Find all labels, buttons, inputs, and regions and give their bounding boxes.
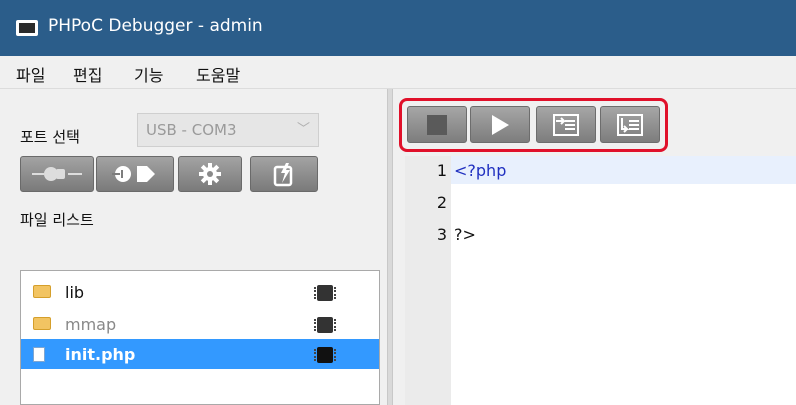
chip-icon [314,285,336,301]
step-into-button[interactable] [600,106,660,143]
gear-icon [199,163,221,185]
line-number: 1 [436,161,447,180]
port-label: 포트 선택 [20,128,80,146]
disconnect-button[interactable] [96,156,174,192]
window-title: PHPoC Debugger - admin [48,16,263,36]
line-number: 3 [436,225,447,244]
connect-button[interactable] [20,156,94,192]
run-button[interactable] [470,106,530,143]
file-name: init.php [65,345,136,364]
title-bar: PHPoC Debugger - admin [0,0,796,56]
chip-icon [314,317,336,333]
php-file-icon [33,347,45,362]
file-name: mmap [65,315,117,334]
code-editor[interactable] [405,156,796,405]
menu-bar: 파일 편집 기능 도움말 [0,56,796,89]
step-into-icon [617,113,643,136]
menu-help[interactable]: 도움말 [196,62,240,86]
folder-icon [33,317,51,330]
settings-button[interactable] [178,156,242,192]
unplug-icon [112,166,155,182]
list-item[interactable]: lib [21,277,379,307]
upload-device-icon [273,163,293,187]
app-icon [16,20,38,36]
menu-file[interactable]: 파일 [16,62,45,86]
port-select-value: USB - COM3 [146,121,237,139]
menu-function[interactable]: 기능 [134,62,163,86]
chip-icon [314,347,336,363]
menu-edit[interactable]: 편집 [73,62,102,86]
play-icon [492,114,509,135]
stop-icon [427,114,447,135]
upload-button[interactable] [250,156,318,192]
chevron-down-icon: ﹀ [296,122,310,137]
stop-button[interactable] [407,106,467,143]
step-over-icon [553,113,579,136]
step-over-button[interactable] [536,106,596,143]
list-item[interactable]: init.php [21,339,379,369]
line-number: 2 [436,193,447,212]
folder-icon [33,285,51,298]
port-select[interactable]: USB - COM3 ﹀ [137,113,319,147]
plug-icon [32,167,82,181]
code-line: ?> [454,225,476,244]
file-list-label: 파일 리스트 [20,211,94,229]
file-name: lib [65,283,85,302]
list-item[interactable]: mmap [21,309,379,339]
code-line: <?php [454,161,507,180]
file-list: lib mmap init.php [20,270,380,405]
